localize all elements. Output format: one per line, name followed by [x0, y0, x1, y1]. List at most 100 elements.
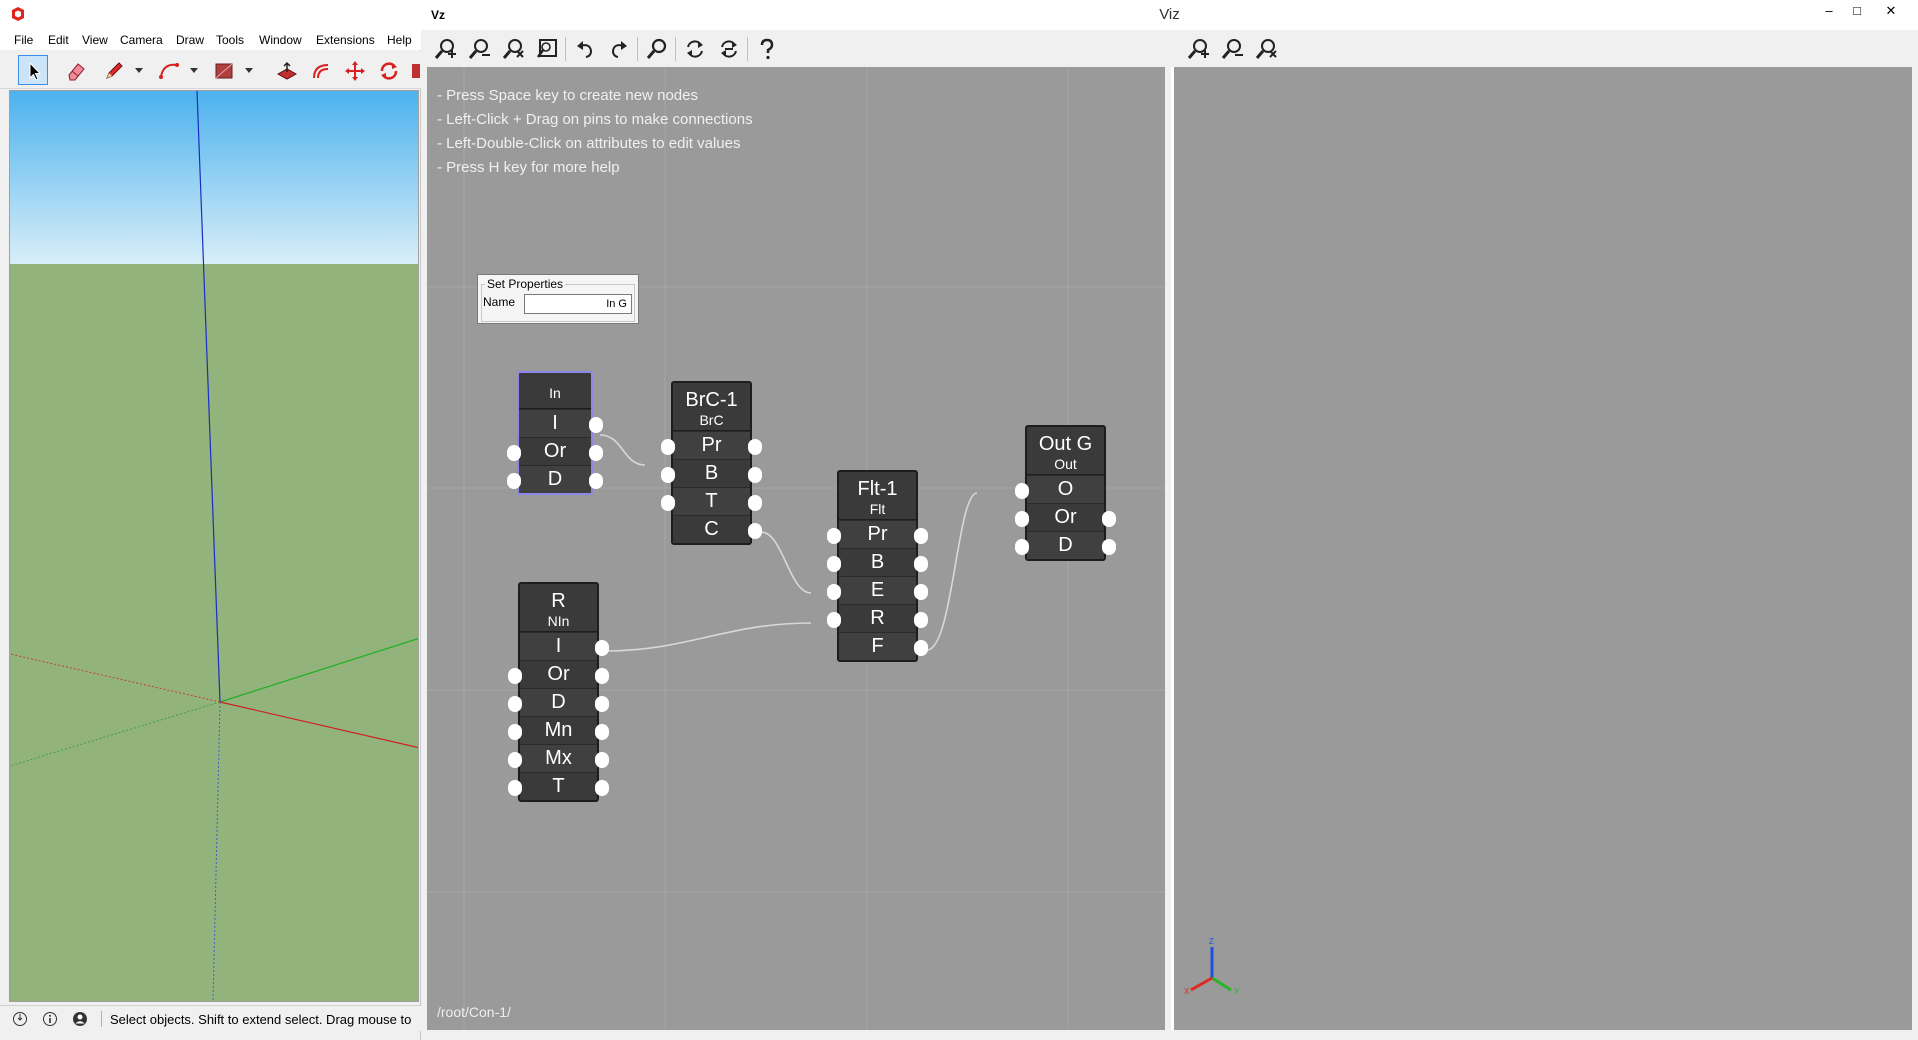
chevron-down-icon[interactable]	[188, 64, 200, 76]
output-pin[interactable]	[1102, 539, 1116, 555]
scale-tool-button[interactable]	[407, 55, 421, 85]
output-pin[interactable]	[914, 584, 928, 600]
output-pin[interactable]	[595, 668, 609, 684]
output-pin[interactable]	[748, 439, 762, 455]
view-zoom-reset-button[interactable]	[1252, 35, 1280, 63]
redo-button[interactable]	[605, 35, 633, 63]
input-pin[interactable]	[661, 495, 675, 511]
zoom-in-button[interactable]	[431, 35, 459, 63]
node-out-g[interactable]: Out G Out O Or D	[1015, 425, 1116, 561]
rotate-tool-button[interactable]	[373, 55, 403, 85]
input-pin[interactable]	[508, 668, 522, 684]
menu-extensions[interactable]: Extensions	[316, 33, 375, 47]
menu-file[interactable]: File	[14, 33, 33, 47]
input-pin[interactable]	[508, 780, 522, 796]
arc-tool-button[interactable]	[153, 55, 183, 85]
node-in[interactable]: In I Or D	[507, 371, 603, 495]
input-pin[interactable]	[508, 696, 522, 712]
node-attribute[interactable]: Or	[507, 437, 603, 465]
node-attribute[interactable]: E	[827, 576, 928, 604]
menu-edit[interactable]: Edit	[48, 33, 69, 47]
output-pin[interactable]	[914, 556, 928, 572]
node-attribute[interactable]: Or	[1015, 503, 1116, 531]
input-pin[interactable]	[827, 528, 841, 544]
move-tool-button[interactable]	[339, 55, 369, 85]
node-attribute[interactable]: T	[508, 772, 609, 800]
output-pin[interactable]	[595, 752, 609, 768]
input-pin[interactable]	[507, 473, 521, 489]
node-attribute[interactable]: Pr	[661, 431, 762, 459]
node-brc-1[interactable]: BrC-1 BrC Pr B T C	[661, 381, 762, 545]
eraser-tool-button[interactable]	[60, 55, 90, 85]
3d-model-viewport[interactable]	[9, 90, 419, 1002]
menu-window[interactable]: Window	[259, 33, 302, 47]
menu-tools[interactable]: Tools	[216, 33, 244, 47]
node-attribute[interactable]: I	[519, 409, 603, 437]
node-attribute[interactable]: T	[661, 487, 762, 515]
node-attribute[interactable]: B	[661, 459, 762, 487]
node-attribute[interactable]: Mx	[508, 744, 609, 772]
output-pin[interactable]	[748, 523, 762, 539]
select-tool-button[interactable]	[18, 55, 48, 85]
output-pin[interactable]	[595, 640, 609, 656]
input-pin[interactable]	[827, 584, 841, 600]
node-r[interactable]: R NIn I Or D Mn Mx T	[508, 582, 609, 802]
node-attribute[interactable]: R	[827, 604, 928, 632]
input-pin[interactable]	[661, 439, 675, 455]
user-account-icon[interactable]	[72, 1011, 88, 1027]
output-pin[interactable]	[748, 495, 762, 511]
chevron-down-icon[interactable]	[133, 64, 145, 76]
node-attribute[interactable]: I	[520, 632, 609, 660]
geo-location-icon[interactable]	[12, 1011, 28, 1027]
zoom-out-button[interactable]	[465, 35, 493, 63]
input-pin[interactable]	[1015, 539, 1029, 555]
node-attribute[interactable]: Or	[508, 660, 609, 688]
input-pin[interactable]	[508, 724, 522, 740]
output-pin[interactable]	[748, 467, 762, 483]
node-attribute[interactable]: B	[827, 548, 928, 576]
rectangle-tool-button[interactable]	[208, 55, 238, 85]
menu-help[interactable]: Help	[387, 33, 412, 47]
search-button[interactable]	[643, 35, 671, 63]
node-flt-1[interactable]: Flt-1 Flt Pr B E R F	[827, 470, 928, 662]
frame-all-button[interactable]	[533, 35, 561, 63]
input-pin[interactable]	[827, 612, 841, 628]
help-button[interactable]	[753, 35, 781, 63]
output-pin[interactable]	[1102, 511, 1116, 527]
refresh-all-button[interactable]	[715, 35, 743, 63]
chevron-down-icon[interactable]	[243, 64, 255, 76]
node-attribute[interactable]: D	[507, 465, 603, 493]
offset-tool-button[interactable]	[305, 55, 335, 85]
menu-draw[interactable]: Draw	[176, 33, 204, 47]
output-pin[interactable]	[589, 445, 603, 461]
node-attribute[interactable]: D	[1015, 531, 1116, 559]
input-pin[interactable]	[661, 467, 675, 483]
node-graph-canvas[interactable]: - Press Space key to create new nodes - …	[427, 67, 1165, 1030]
zoom-reset-button[interactable]	[499, 35, 527, 63]
output-pin[interactable]	[589, 417, 603, 433]
input-pin[interactable]	[508, 752, 522, 768]
maximize-button[interactable]: □	[1840, 0, 1874, 24]
output-pin[interactable]	[914, 612, 928, 628]
node-attribute[interactable]: Mn	[508, 716, 609, 744]
node-attribute[interactable]: F	[839, 632, 928, 660]
output-pin[interactable]	[914, 528, 928, 544]
info-icon[interactable]	[42, 1011, 58, 1027]
view-zoom-out-button[interactable]	[1218, 35, 1246, 63]
name-input[interactable]	[524, 294, 632, 314]
3d-preview-view[interactable]	[1171, 67, 1912, 1030]
output-pin[interactable]	[595, 724, 609, 740]
node-attribute[interactable]: C	[673, 515, 762, 543]
node-attribute[interactable]: Pr	[827, 520, 928, 548]
push-pull-tool-button[interactable]	[271, 55, 301, 85]
undo-button[interactable]	[571, 35, 599, 63]
input-pin[interactable]	[507, 445, 521, 461]
node-attribute[interactable]: D	[508, 688, 609, 716]
input-pin[interactable]	[827, 556, 841, 572]
pencil-tool-button[interactable]	[98, 55, 128, 85]
output-pin[interactable]	[914, 640, 928, 656]
output-pin[interactable]	[589, 473, 603, 489]
view-zoom-in-button[interactable]	[1184, 35, 1212, 63]
output-pin[interactable]	[595, 696, 609, 712]
input-pin[interactable]	[1015, 511, 1029, 527]
